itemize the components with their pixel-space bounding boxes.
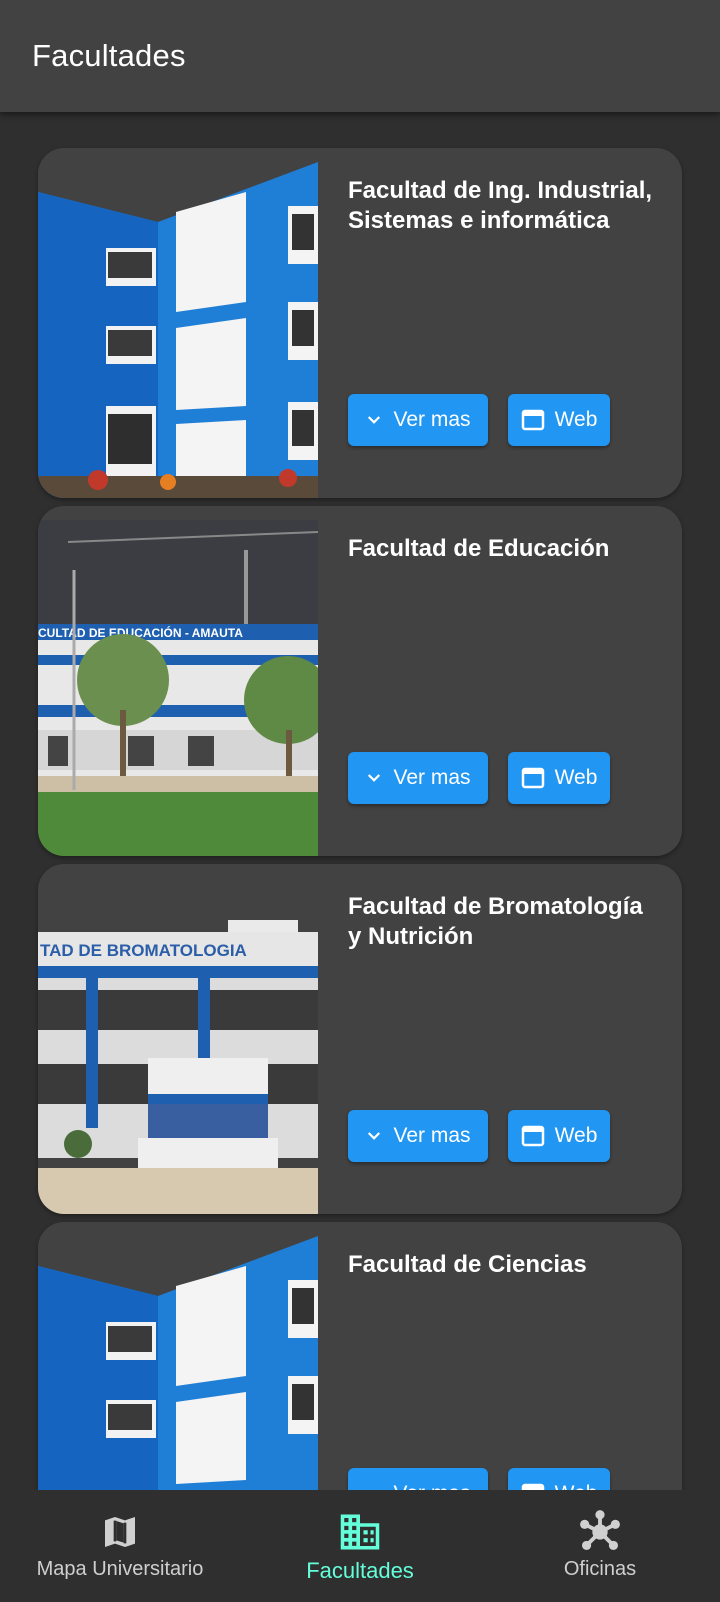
faculty-photo: TAD DE BROMATOLOGIA [38, 878, 318, 1214]
nav-label: Oficinas [563, 1558, 637, 1580]
web-label: Web [555, 1482, 598, 1490]
ver-mas-label: Ver mas [393, 1124, 471, 1147]
faculty-title: Facultad de Educación [348, 535, 610, 562]
bottom-navigation: Mapa Universitario Facultades Oficinas [0, 1490, 720, 1602]
faculty-card[interactable]: Facultad de Ing. Industrial, Sistemas e … [38, 148, 682, 498]
browser-window-icon [521, 767, 545, 789]
browser-window-icon [521, 409, 545, 431]
app-bar: Facultades [0, 0, 720, 112]
ver-mas-button[interactable]: Ver mas [348, 1468, 488, 1490]
nav-item-facultades[interactable]: Facultades [240, 1490, 480, 1602]
faculty-photo [38, 1236, 318, 1490]
faculty-title: Facultad de Ing. Industrial, Sistemas e … [348, 177, 653, 234]
faculty-photo: CULTAD DE EDUCACIÓN - AMAUTA [38, 520, 318, 856]
map-icon [100, 1510, 140, 1554]
nav-label: Mapa Universitario [36, 1558, 204, 1580]
web-label: Web [554, 766, 598, 789]
web-button[interactable]: Web [508, 1468, 610, 1490]
faculty-card[interactable]: TAD DE BROMATOLOGIA Facultad de Bromatol… [38, 864, 682, 1214]
nav-label: Facultades [306, 1558, 414, 1583]
faculty-card[interactable]: Facultad de Ciencias Ver mas Web [38, 1222, 682, 1490]
web-button[interactable]: Web [508, 394, 610, 446]
photo-sign-text: TAD DE BROMATOLOGIA [40, 941, 247, 960]
faculty-list[interactable]: Facultad de Ing. Industrial, Sistemas e … [0, 112, 720, 1490]
web-label: Web [554, 408, 598, 431]
chevron-down-icon [365, 769, 383, 787]
web-button[interactable]: Web [508, 1110, 610, 1162]
faculty-title: Facultad de Ciencias [348, 1251, 587, 1278]
hub-icon [577, 1510, 623, 1554]
building-icon [339, 1510, 381, 1554]
web-label: Web [554, 1124, 598, 1147]
ver-mas-label: Ver mas [393, 1482, 470, 1490]
ver-mas-button[interactable]: Ver mas [348, 752, 488, 804]
chevron-down-icon [365, 411, 383, 429]
ver-mas-button[interactable]: Ver mas [348, 1110, 488, 1162]
ver-mas-label: Ver mas [393, 766, 471, 789]
faculty-photo [38, 162, 318, 498]
faculty-card[interactable]: CULTAD DE EDUCACIÓN - AMAUTA Facultad de… [38, 506, 682, 856]
nav-item-oficinas[interactable]: Oficinas [480, 1490, 720, 1602]
browser-window-icon [521, 1483, 545, 1490]
web-button[interactable]: Web [508, 752, 610, 804]
nav-item-mapa-universitario[interactable]: Mapa Universitario [0, 1490, 240, 1602]
browser-window-icon [521, 1125, 545, 1147]
page-title: Facultades [32, 38, 186, 73]
ver-mas-button[interactable]: Ver mas [348, 394, 488, 446]
ver-mas-label: Ver mas [393, 408, 471, 431]
faculty-title: Facultad de Bromatología y Nutrición [348, 893, 643, 950]
chevron-down-icon [365, 1127, 383, 1145]
